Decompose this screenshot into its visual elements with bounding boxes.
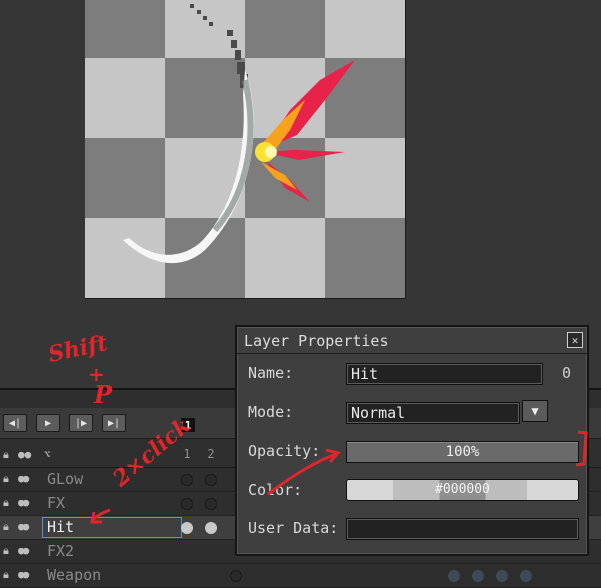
next-frame-button[interactable]: |▶ (69, 414, 93, 432)
frame-number[interactable]: 2 (200, 447, 222, 461)
hit-burst (255, 60, 355, 202)
slash-effect-artwork (123, 4, 355, 264)
filled-cel[interactable] (472, 570, 484, 582)
close-button[interactable]: ✕ (567, 332, 583, 348)
name-field[interactable]: Hit (346, 363, 543, 385)
user-data-label: User Data: (248, 519, 339, 537)
layer-id: 0 (562, 364, 572, 382)
visibility-icon[interactable]: ●● (18, 448, 31, 461)
layer-name[interactable]: FX2 (47, 542, 74, 560)
empty-cel[interactable] (181, 474, 193, 486)
first-frame-button[interactable]: ◀| (3, 414, 27, 432)
dialog-title: Layer Properties (244, 332, 389, 350)
lock-icon[interactable]: 🔒︎ (3, 544, 9, 558)
layer-name[interactable]: Weapon (47, 566, 101, 584)
empty-cel[interactable] (230, 570, 242, 582)
opacity-slider[interactable]: 100% (346, 441, 579, 463)
layer-name[interactable]: GLow (47, 470, 83, 488)
filled-cel[interactable] (520, 570, 532, 582)
slash-crescent (123, 70, 254, 264)
dialog-titlebar[interactable]: Layer Properties ✕ (237, 327, 587, 354)
filled-cel[interactable] (496, 570, 508, 582)
play-button[interactable]: ▶ (36, 414, 60, 432)
chevron-down-icon: ▼ (531, 404, 539, 418)
frame-number[interactable]: 1 (176, 447, 198, 461)
user-data-field[interactable] (346, 518, 579, 540)
first-frame-icon: ◀| (8, 417, 22, 429)
layer-name[interactable]: FX (47, 494, 65, 512)
mode-label: Mode: (248, 403, 294, 421)
layer-name[interactable]: Hit (47, 518, 74, 536)
filled-cel[interactable] (448, 570, 460, 582)
close-icon: ✕ (571, 333, 579, 347)
layer-tree-icon[interactable]: ⌥ (44, 448, 51, 461)
current-frame-marker[interactable]: 1 (181, 418, 195, 432)
empty-cel[interactable] (205, 498, 217, 510)
play-icon: ▶ (44, 417, 52, 429)
visibility-icon[interactable]: ●● (18, 520, 29, 533)
opacity-label: Opacity: (248, 442, 321, 460)
motion-trail (190, 4, 248, 88)
last-frame-icon: ▶| (107, 417, 121, 429)
mode-dropdown-button[interactable]: ▼ (522, 400, 548, 422)
filled-cel[interactable] (205, 522, 217, 534)
layer-properties-dialog: Layer Properties ✕ Name: Hit 0 Mode: Nor… (235, 325, 589, 556)
filled-cel[interactable] (181, 522, 193, 534)
color-label: Color: (248, 481, 303, 499)
name-label: Name: (248, 364, 294, 382)
lock-icon[interactable]: 🔒︎ (3, 568, 9, 582)
color-picker[interactable]: #000000 (346, 479, 579, 501)
lock-icon[interactable]: 🔒︎ (3, 496, 9, 510)
empty-cel[interactable] (205, 474, 217, 486)
lock-icon[interactable]: 🔒︎ (3, 448, 9, 462)
visibility-icon[interactable]: ●● (18, 544, 29, 557)
layer-row[interactable]: 🔒︎ ●● Weapon (0, 564, 601, 588)
visibility-icon[interactable]: ●● (18, 496, 29, 509)
sprite-canvas[interactable] (85, 0, 406, 299)
next-frame-icon: |▶ (74, 417, 88, 429)
lock-icon[interactable]: 🔒︎ (3, 520, 9, 534)
mode-select[interactable]: Normal (346, 402, 520, 424)
visibility-icon[interactable]: ●● (18, 472, 29, 485)
empty-cel[interactable] (181, 498, 193, 510)
visibility-icon[interactable]: ●● (18, 568, 29, 581)
lock-icon[interactable]: 🔒︎ (3, 472, 9, 486)
last-frame-button[interactable]: ▶| (102, 414, 126, 432)
